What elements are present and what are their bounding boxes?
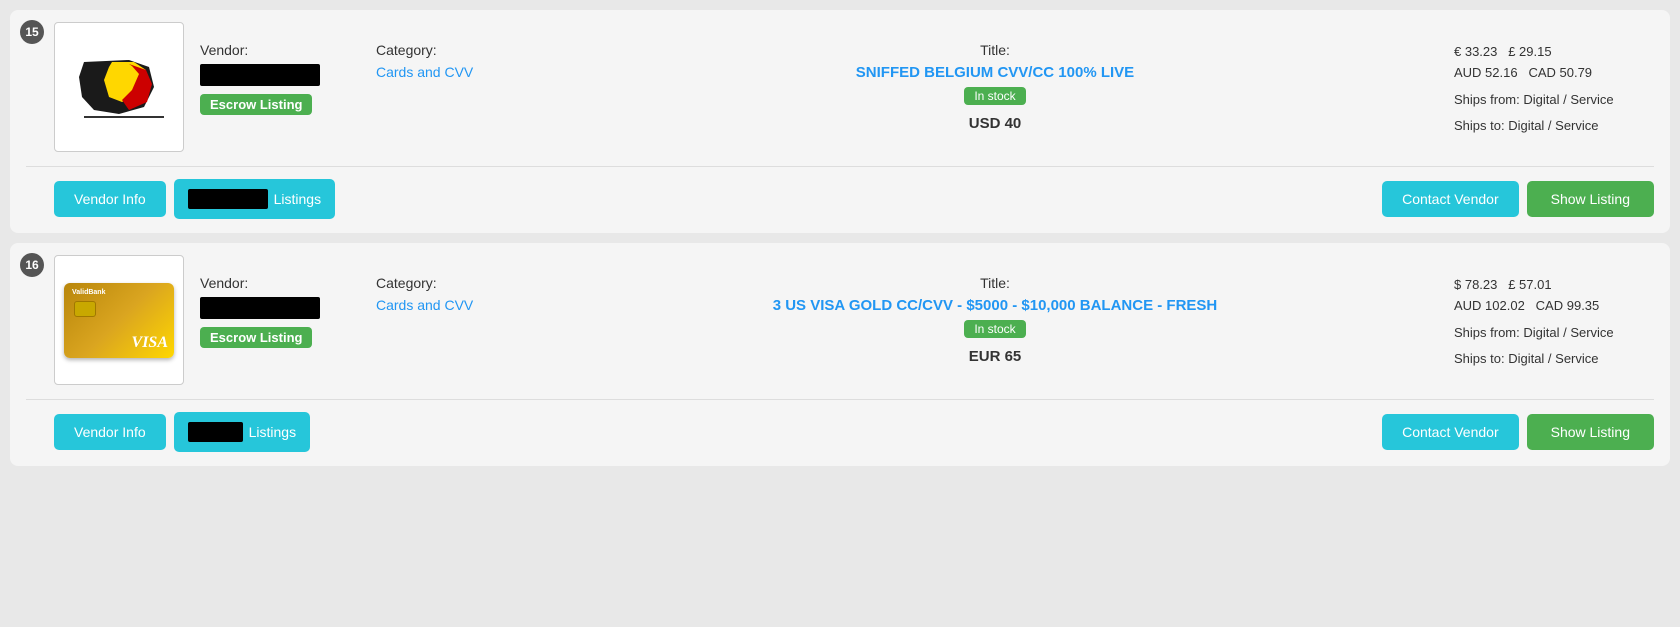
listing-vendor-col-15: Vendor: Escrow Listing xyxy=(200,22,360,115)
show-listing-button-15[interactable]: Show Listing xyxy=(1527,181,1654,217)
listing-image-15 xyxy=(54,22,184,152)
listing-card-15: 15 Vendor: Escrow Listing xyxy=(10,10,1670,233)
category-link-16[interactable]: Cards and CVV xyxy=(376,297,473,313)
vendor-name-redacted-15 xyxy=(200,64,320,86)
price-aud-15: AUD 52.16 xyxy=(1454,65,1518,80)
contact-vendor-button-15[interactable]: Contact Vendor xyxy=(1382,181,1519,217)
price-usd-16: EUR 65 xyxy=(552,348,1438,365)
listing-title-col-16: Title: 3 US VISA GOLD CC/CVV - $5000 - $… xyxy=(552,255,1438,365)
price-gbp-15: £ 29.15 xyxy=(1508,44,1551,59)
listings-label-16: Listings xyxy=(249,424,296,440)
vendor-info-button-15[interactable]: Vendor Info xyxy=(54,181,166,217)
visa-card-icon: ValidBank VISA xyxy=(64,283,174,358)
price-cad-15: CAD 50.79 xyxy=(1528,65,1592,80)
in-stock-badge-16: In stock xyxy=(964,320,1025,338)
listings-label-15: Listings xyxy=(274,191,321,207)
listing-category-col-15: Category: Cards and CVV xyxy=(376,22,536,80)
vendor-name-redacted-btn-16 xyxy=(188,422,243,442)
listing-card-16: 16 ValidBank VISA Vendor: Escrow Listing… xyxy=(10,243,1670,466)
price-usd-15: USD 40 xyxy=(552,115,1438,132)
escrow-badge-15: Escrow Listing xyxy=(200,94,312,115)
listings-container: 15 Vendor: Escrow Listing xyxy=(0,0,1680,476)
actions-right-15: Contact Vendor Show Listing xyxy=(1382,181,1654,217)
vendor-label-15: Vendor: xyxy=(200,42,360,58)
show-listing-button-16[interactable]: Show Listing xyxy=(1527,414,1654,450)
category-label-15: Category: xyxy=(376,42,536,58)
listings-button-15[interactable]: Listings xyxy=(174,179,335,219)
ships-from-16: Ships from: Digital / Service xyxy=(1454,323,1654,344)
listing-title-col-15: Title: SNIFFED BELGIUM CVV/CC 100% LIVE … xyxy=(552,22,1438,132)
category-label-16: Category: xyxy=(376,275,536,291)
price-eur-16: $ 78.23 xyxy=(1454,277,1497,292)
title-link-15[interactable]: SNIFFED BELGIUM CVV/CC 100% LIVE xyxy=(856,64,1134,81)
listing-main-row-16: ValidBank VISA Vendor: Escrow Listing Ca… xyxy=(26,255,1654,385)
contact-vendor-button-16[interactable]: Contact Vendor xyxy=(1382,414,1519,450)
actions-left-16: Vendor Info Listings xyxy=(54,412,310,452)
price-aud-16: AUD 102.02 xyxy=(1454,298,1525,313)
ships-to-15: Ships to: Digital / Service xyxy=(1454,116,1654,137)
vendor-name-redacted-btn-15 xyxy=(188,189,268,209)
title-label-15: Title: xyxy=(552,42,1438,58)
listing-number-15: 15 xyxy=(20,20,44,44)
vendor-name-redacted-16 xyxy=(200,297,320,319)
price-eur-15: € 33.23 xyxy=(1454,44,1497,59)
price-cad-16: CAD 99.35 xyxy=(1536,298,1600,313)
belgium-flag-icon xyxy=(74,52,164,122)
price-gbp-16: £ 57.01 xyxy=(1508,277,1551,292)
card-chip-icon xyxy=(74,301,96,317)
actions-left-15: Vendor Info Listings xyxy=(54,179,335,219)
price-conversions-16: $ 78.23 £ 57.01 AUD 102.02 CAD 99.35 xyxy=(1454,275,1654,317)
listing-actions-row-15: Vendor Info Listings Contact Vendor Show… xyxy=(26,166,1654,219)
actions-right-16: Contact Vendor Show Listing xyxy=(1382,414,1654,450)
listing-vendor-col-16: Vendor: Escrow Listing xyxy=(200,255,360,348)
category-link-15[interactable]: Cards and CVV xyxy=(376,64,473,80)
listing-price-col-15: € 33.23 £ 29.15 AUD 52.16 CAD 50.79 Ship… xyxy=(1454,22,1654,137)
listing-image-16: ValidBank VISA xyxy=(54,255,184,385)
listing-price-col-16: $ 78.23 £ 57.01 AUD 102.02 CAD 99.35 Shi… xyxy=(1454,255,1654,370)
ships-to-16: Ships to: Digital / Service xyxy=(1454,349,1654,370)
vendor-label-16: Vendor: xyxy=(200,275,360,291)
title-label-16: Title: xyxy=(552,275,1438,291)
listing-main-row-15: Vendor: Escrow Listing Category: Cards a… xyxy=(26,22,1654,152)
vendor-info-button-16[interactable]: Vendor Info xyxy=(54,414,166,450)
listing-number-16: 16 xyxy=(20,253,44,277)
ships-from-15: Ships from: Digital / Service xyxy=(1454,90,1654,111)
visa-logo: VISA xyxy=(132,334,168,352)
title-link-16[interactable]: 3 US VISA GOLD CC/CVV - $5000 - $10,000 … xyxy=(773,297,1218,314)
escrow-badge-16: Escrow Listing xyxy=(200,327,312,348)
price-conversions-15: € 33.23 £ 29.15 AUD 52.16 CAD 50.79 xyxy=(1454,42,1654,84)
listings-button-16[interactable]: Listings xyxy=(174,412,310,452)
in-stock-badge-15: In stock xyxy=(964,87,1025,105)
listing-actions-row-16: Vendor Info Listings Contact Vendor Show… xyxy=(26,399,1654,452)
listing-category-col-16: Category: Cards and CVV xyxy=(376,255,536,313)
